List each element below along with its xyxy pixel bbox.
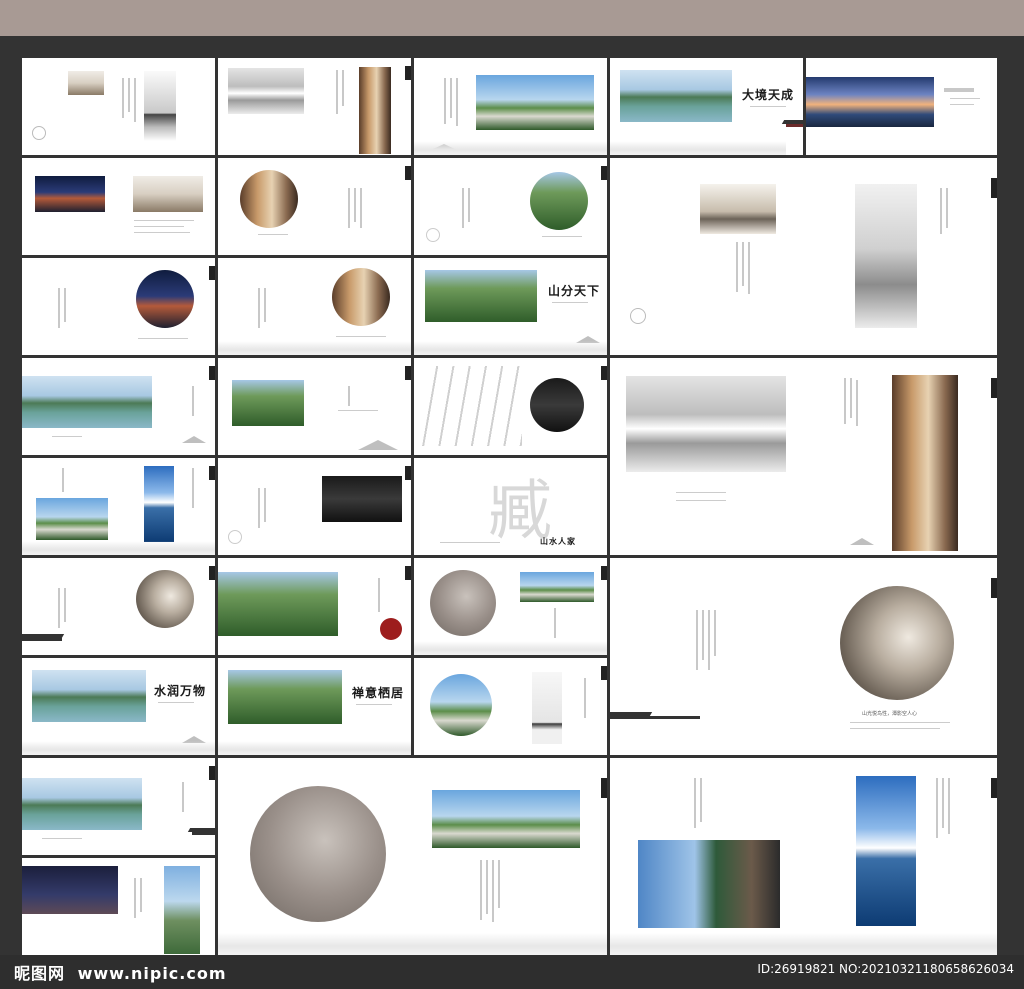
photo-circle-modern-villa: [430, 674, 492, 736]
photo-ikebana: [532, 672, 562, 744]
page-spread-sea: [610, 758, 997, 955]
photo-circle-pebble-bowl: [840, 586, 954, 700]
photo-lake-resort: [32, 670, 146, 722]
mountain-icon: [182, 436, 206, 443]
page-r7c2: 禅意栖居: [218, 658, 411, 755]
site-watermark-logo: 昵图网 www.nipic.com: [14, 960, 227, 984]
page-r6c1: [22, 558, 215, 655]
lotus-icon: [426, 228, 440, 242]
photo-ink-lotus-tall: [855, 184, 917, 328]
page-r7c1: 水润万物: [22, 658, 215, 755]
page-r2c3: [414, 158, 607, 255]
photo-ink-rock: [68, 71, 104, 95]
roof-icon: [22, 638, 62, 655]
roof-icon: [610, 716, 700, 755]
photo-interior-hall: [892, 375, 958, 551]
photo-lake-terrace: [638, 840, 780, 928]
photo-ink-rock-pine: [700, 184, 776, 234]
roof-icon: [192, 832, 215, 855]
photo-white-buildings: [626, 376, 786, 472]
photo-circle-lounge: [332, 268, 390, 326]
photo-lakeside-villa: [218, 572, 338, 636]
photo-sky-villa: [164, 866, 200, 954]
page-r5c2: [218, 458, 411, 555]
page-r5c3: 臧 山水人家: [414, 458, 607, 555]
page-r4c3: [414, 358, 607, 455]
page-spread-architecture: [610, 358, 997, 555]
photo-villa-glass: [228, 670, 342, 724]
photo-villa-night: [35, 176, 105, 212]
page-r5c1: [22, 458, 215, 555]
page-r1c5: [806, 58, 997, 155]
photo-ink-lotus: [144, 71, 176, 141]
page-r1c3: [414, 58, 607, 155]
site-url: www.nipic.com: [77, 964, 227, 983]
photo-circle-bamboo: [530, 378, 584, 432]
top-bar: [0, 0, 1024, 36]
image-id-label: ID:26919821 NO:20210321180658626034: [757, 962, 1014, 976]
caption-shanguang: 山光悦鸟性，潭影空人心: [862, 711, 918, 717]
photo-green-peak: [232, 380, 304, 426]
page-r8c1: [22, 758, 215, 855]
photo-sea-sky: [856, 776, 916, 926]
photo-terrace-view: [36, 498, 108, 540]
page-r8c1b: [22, 858, 215, 955]
page-r3c1: [22, 258, 215, 355]
photo-circle-lotus: [430, 570, 496, 636]
red-seal-icon: [380, 618, 402, 640]
photo-hillside-villa: [520, 572, 594, 602]
page-r3c2: [218, 258, 411, 355]
photo-interior: [359, 67, 391, 154]
page-r7c3: [414, 658, 607, 755]
page-r1c4: 大境天成: [610, 58, 803, 155]
photo-circle-stone-bowl: [136, 570, 194, 628]
photo-night-city: [22, 866, 118, 914]
lotus-pod-icon: [32, 126, 46, 140]
page-r2c2: [218, 158, 411, 255]
logo-shanshui-renjia: 山水人家: [540, 536, 576, 546]
photo-misty-hills: [133, 176, 203, 212]
photo-architecture: [228, 68, 304, 114]
photo-lotus-pond-dark: [322, 476, 402, 522]
photo-lake: [620, 70, 732, 122]
page-r1c1: [22, 58, 215, 155]
page-r2c1: [22, 158, 215, 255]
bamboo-ink-painting: [422, 366, 522, 446]
title-shanfen-tianxia: 山分天下: [548, 284, 601, 298]
site-logo-text: 昵图网: [14, 964, 66, 983]
page-r1c2: [218, 58, 411, 155]
photo-circle-mountain: [530, 172, 588, 230]
photo-valley-lake: [22, 778, 142, 830]
lotus-pod-icon: [630, 308, 646, 324]
page-spread-ink-lotus: [610, 158, 997, 355]
page-r4c2: [218, 358, 411, 455]
photo-circle-villa: [136, 270, 194, 328]
page-spread-stone-bowl: 山光悦鸟性，潭影空人心: [610, 558, 997, 755]
photo-circle-lotus-large: [250, 786, 386, 922]
page-r6c3: [414, 558, 607, 655]
photo-circle-pavilion: [240, 170, 298, 228]
lotus-icon: [228, 530, 242, 544]
photo-lakeside: [22, 376, 152, 428]
photo-resort: [476, 75, 594, 130]
mountain-icon: [358, 440, 398, 450]
title-dajing-tiancheng: 大境天成: [742, 88, 795, 102]
photo-mountain-panorama: [425, 270, 537, 322]
title-shuirun-wanwu: 水润万物: [154, 684, 207, 698]
photo-sea: [144, 466, 174, 542]
photo-city-skyline: [806, 77, 934, 127]
mountain-icon: [850, 538, 874, 545]
page-r3c3: 山分天下: [414, 258, 607, 355]
photo-terraced-villas: [432, 790, 580, 848]
page-r4c1: [22, 358, 215, 455]
title-chanyi-qiju: 禅意栖居: [352, 686, 405, 700]
page-spread-lotus: [218, 758, 607, 955]
page-r6c2: [218, 558, 411, 655]
